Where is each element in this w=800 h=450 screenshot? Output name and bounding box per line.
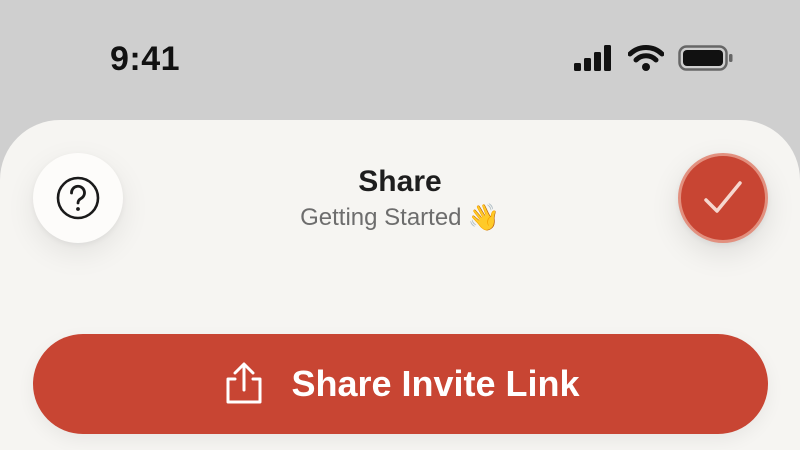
page-subtitle: Getting Started [300, 204, 462, 231]
header-title-block: Share Getting Started 👋 [250, 163, 550, 233]
share-invite-link-label: Share Invite Link [291, 363, 580, 404]
status-icons [574, 44, 734, 72]
checkmark-icon [704, 181, 742, 213]
confirm-button[interactable] [678, 153, 768, 243]
subtitle-row: Getting Started 👋 [250, 203, 550, 233]
status-bar: 9:41 [0, 0, 800, 120]
help-button[interactable] [33, 153, 123, 243]
battery-icon [678, 45, 733, 71]
wifi-icon [628, 45, 664, 71]
share-upload-icon [226, 362, 262, 404]
cellular-signal-icon [574, 45, 611, 71]
status-time: 9:41 [110, 40, 181, 78]
share-invite-link-button[interactable]: Share Invite Link [33, 334, 768, 434]
waving-hand-icon: 👋 [467, 203, 500, 233]
question-circle-icon [56, 176, 100, 220]
page-title: Share [358, 165, 442, 198]
